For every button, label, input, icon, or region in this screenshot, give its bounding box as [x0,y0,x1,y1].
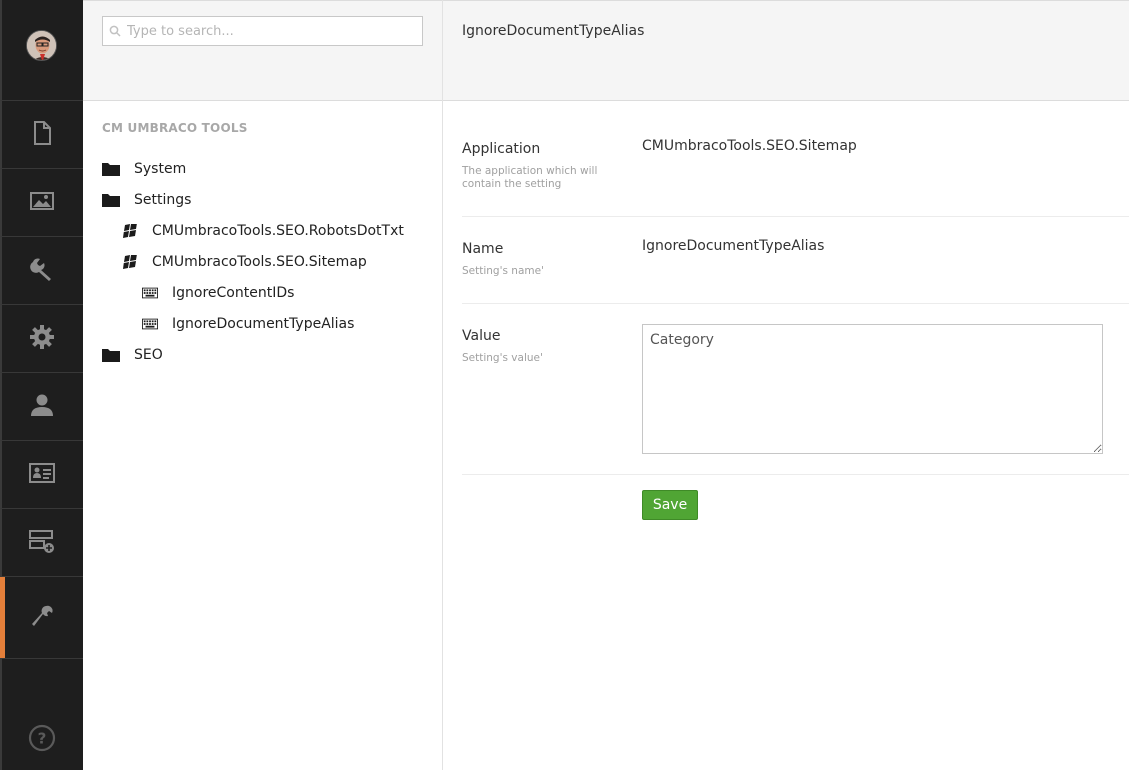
tree-node-label: CMUmbracoTools.SEO.Sitemap [152,254,367,270]
search-icon [109,22,121,41]
nav-cm-umbraco-tools[interactable] [0,577,83,659]
nav-members[interactable] [0,441,83,509]
nav-users[interactable] [0,373,83,441]
keyboard-icon [142,316,158,332]
members-card-icon [28,460,55,490]
tree-title: CM UMBRACO TOOLS [102,121,248,135]
nav-media[interactable] [0,169,83,237]
nav-forms[interactable] [0,509,83,577]
settings-gear-icon [29,324,55,354]
property-label: Application [462,141,541,157]
folder-icon [102,192,120,208]
property-label: Value [462,328,501,344]
tree-node-ignoredocumenttypealias[interactable]: IgnoreDocumentTypeAlias [142,313,354,335]
tree-node-ignorecontentids[interactable]: IgnoreContentIDs [142,282,294,304]
tree-node-system[interactable]: System [102,158,186,180]
tree-node-label: SEO [134,347,163,363]
tree-panel: CM UMBRACO TOOLS System Settings CMUmbra… [83,0,443,770]
property-description: Setting's name' [462,265,544,277]
name-value: IgnoreDocumentTypeAlias [642,238,825,254]
tree-node-settings[interactable]: Settings [102,189,191,211]
avatar[interactable] [26,30,57,61]
tree-node-label: System [134,161,187,177]
editor-panel: IgnoreDocumentTypeAlias Application The … [443,0,1129,770]
application-value: CMUmbracoTools.SEO.Sitemap [642,138,857,154]
nav-settings[interactable] [0,305,83,373]
property-application: Application The application which will c… [462,101,1129,217]
users-icon [29,392,55,422]
property-name: Name Setting's name' IgnoreDocumentTypeA… [462,217,1129,304]
content-icon [29,120,55,150]
user-avatar-slot [0,0,83,101]
tree-node-label: CMUmbracoTools.SEO.RobotsDotTxt [152,223,404,239]
nav-developer[interactable] [0,237,83,305]
nav-content[interactable] [0,101,83,169]
folder-icon [102,347,120,363]
developer-wrench-icon [29,256,55,286]
property-description: The application which will contain the s… [462,165,598,190]
folder-icon [102,161,120,177]
forms-icon [28,528,55,558]
editor-header: IgnoreDocumentTypeAlias [443,0,1129,101]
search-input[interactable] [127,23,417,39]
windows-icon [122,223,138,239]
tree-node-sitemap[interactable]: CMUmbracoTools.SEO.Sitemap [122,251,367,273]
property-value: Value Setting's value' Category [462,304,1129,475]
section-sidebar: ? [0,0,83,770]
help-icon[interactable]: ? [28,724,56,752]
windows-icon [122,254,138,270]
tree-node-label: IgnoreDocumentTypeAlias [172,316,355,332]
property-description: Setting's value' [462,352,543,364]
tree-node-label: Settings [134,192,192,208]
value-textarea[interactable]: Category [642,324,1103,454]
tree-node-robotsdottxt[interactable]: CMUmbracoTools.SEO.RobotsDotTxt [122,220,404,242]
save-button[interactable]: Save [642,490,698,520]
page-title: IgnoreDocumentTypeAlias [462,23,645,39]
svg-text:?: ? [38,730,47,748]
cm-umbraco-tools-icon [29,603,55,633]
search-box[interactable] [102,16,423,46]
tree-node-label: IgnoreContentIDs [172,285,295,301]
tree-node-seo[interactable]: SEO [102,344,163,366]
tree-header [83,0,442,101]
property-label: Name [462,241,504,257]
keyboard-icon [142,285,158,301]
media-icon [29,188,55,218]
